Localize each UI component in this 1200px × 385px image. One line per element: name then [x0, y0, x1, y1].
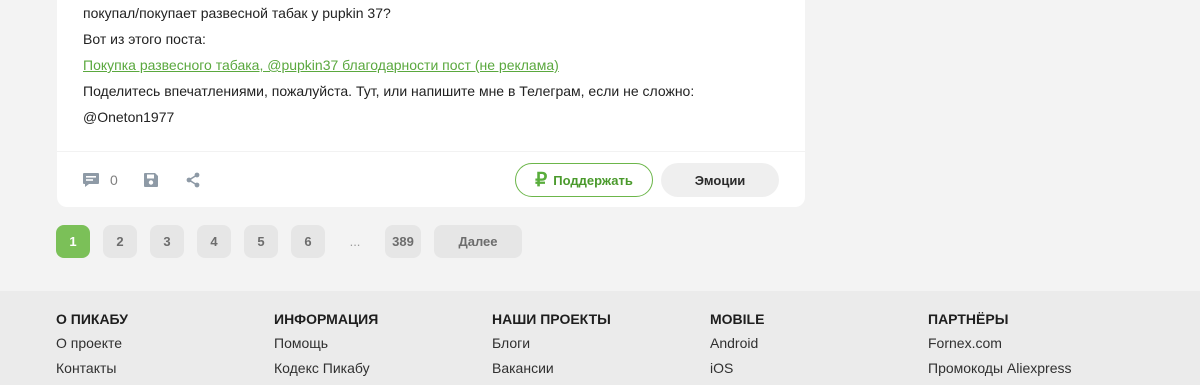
- footer-column-projects: Наши проекты Блоги Вакансии: [492, 310, 611, 384]
- footer-link[interactable]: Блоги: [492, 334, 611, 352]
- page-button-6[interactable]: 6: [291, 225, 325, 258]
- ruble-icon: ₽: [535, 169, 548, 191]
- page-button-4[interactable]: 4: [197, 225, 231, 258]
- footer-column-mobile: Mobile Android iOS: [710, 310, 764, 384]
- post-text-line: Поделитесь впечатлениями, пожалуйста. Ту…: [83, 83, 695, 99]
- post-card: покупал/покупает развесной табак у pupki…: [57, 0, 805, 207]
- post-text-line: @Oneton1977: [83, 109, 175, 125]
- footer-link[interactable]: О проекте: [56, 334, 128, 352]
- next-page-button[interactable]: Далее: [434, 225, 522, 258]
- share-icon[interactable]: [185, 172, 203, 188]
- footer-column-title: О Пикабу: [56, 311, 128, 327]
- page-button-2[interactable]: 2: [103, 225, 137, 258]
- support-label: Поддержать: [553, 172, 633, 188]
- post-divider: [57, 151, 805, 152]
- post-actions: 0 ₽ Поддержать Эмоции: [57, 163, 805, 197]
- comment-count: 0: [110, 172, 118, 188]
- footer-link[interactable]: Android: [710, 334, 764, 352]
- footer-link[interactable]: Вакансии: [492, 359, 611, 377]
- footer-column-title: Наши проекты: [492, 311, 611, 327]
- emotions-button[interactable]: Эмоции: [661, 163, 779, 197]
- comment-icon[interactable]: [82, 172, 100, 188]
- emotions-label: Эмоции: [694, 172, 746, 188]
- footer-link[interactable]: Помощь: [274, 334, 378, 352]
- post-link[interactable]: Покупка развесного табака, @pupkin37 бла…: [83, 57, 559, 73]
- footer-column-partners: Партнёры Fornex.com Промокоды Aliexpress: [928, 310, 1072, 384]
- footer-column-title: Партнёры: [928, 311, 1009, 327]
- save-icon[interactable]: [143, 172, 161, 188]
- post-text-line: Вот из этого поста:: [83, 31, 206, 47]
- footer-link[interactable]: Промокоды Aliexpress: [928, 359, 1072, 377]
- page-button-last[interactable]: 389: [385, 225, 421, 258]
- footer-link[interactable]: Контакты: [56, 359, 128, 377]
- footer-column-title: Информация: [274, 311, 379, 327]
- footer-column-info: Информация Помощь Кодекс Пикабу: [274, 310, 378, 384]
- footer-link[interactable]: Кодекс Пикабу: [274, 359, 378, 377]
- footer-column-about: О Пикабу О проекте Контакты: [56, 310, 128, 384]
- post-text-line: покупал/покупает развесной табак у pupki…: [83, 5, 391, 21]
- support-button[interactable]: ₽ Поддержать: [515, 163, 653, 197]
- footer-link[interactable]: iOS: [710, 359, 764, 377]
- page-button-1[interactable]: 1: [56, 225, 90, 258]
- footer: О Пикабу О проекте Контакты Информация П…: [0, 291, 1200, 385]
- page-button-3[interactable]: 3: [150, 225, 184, 258]
- post-body: покупал/покупает развесной табак у pupki…: [83, 0, 785, 130]
- footer-link[interactable]: Fornex.com: [928, 334, 1072, 352]
- page-button-5[interactable]: 5: [244, 225, 278, 258]
- page-ellipsis: ...: [349, 234, 361, 249]
- footer-column-title: Mobile: [710, 311, 765, 327]
